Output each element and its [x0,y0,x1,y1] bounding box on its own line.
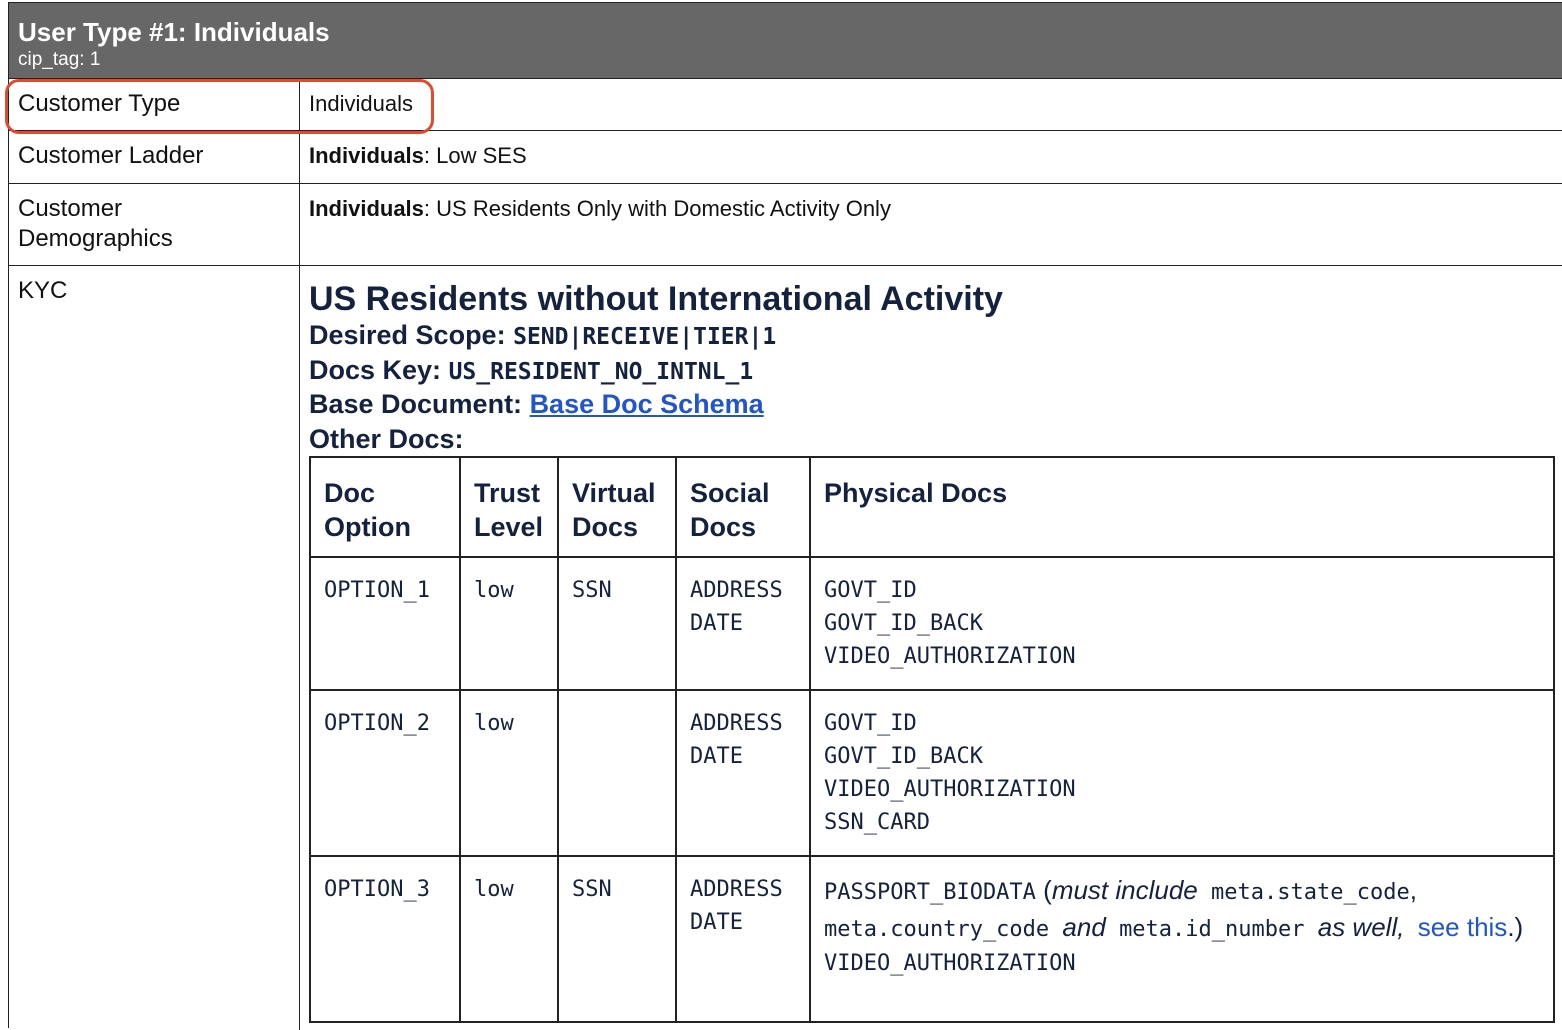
cell-option: OPTION_3 [309,855,461,1023]
label-customer-ladder: Customer Ladder [9,131,300,183]
label-line-2: Demographics [18,225,173,252]
passport-biodata: PASSPORT_BIODATA [824,880,1036,905]
value-customer-ladder: Individuals: Low SES [300,131,1562,183]
document-frame: User Type #1: Individuals cip_tag: 1 Cus… [8,2,1562,1030]
paren-open: ( [1035,875,1052,905]
highlight-annotation [5,79,434,134]
label-line-1: Customer [18,195,123,222]
cell-option: OPTION_2 [309,689,461,857]
cell-physical: GOVT_ID GOVT_ID_BACK VIDEO_AUTHORIZATION SS… [809,689,1555,857]
docs-key: Docs Key: US_RESIDENT_NO_INTNL_1 [309,355,753,386]
docs-table: Doc Option Trust Level Virtual Docs Social D… [309,456,1555,1023]
value-customer-type: Individuals [309,91,413,116]
see-this-link[interactable]: see this [1418,912,1508,942]
cell-virtual: SSN [557,855,677,1023]
header-doc-option: Doc Option [309,456,461,558]
video-authorization: VIDEO_AUTHORIZATION [824,951,1076,976]
kyc-heading: US Residents without International Activ… [309,280,1003,318]
cell-social: ADDRESS DATE [675,556,811,691]
base-doc-schema-link[interactable]: Base Doc Schema [530,389,764,419]
label-customer-demographics: Customer Demographics [9,184,300,265]
other-docs-label: Other Docs: [309,424,464,454]
header-social-docs: Social Docs [675,456,811,558]
desired-scope: Desired Scope: SEND|RECEIVE|TIER|1 [309,320,776,351]
value-bold: Individuals [309,143,424,168]
comma: , [1409,875,1417,905]
scope-value: SEND|RECEIVE|TIER|1 [513,324,777,350]
cell-trust: low [459,689,559,857]
cell-virtual [557,689,677,857]
and-text: and [1062,912,1106,942]
meta-state-code: meta.state_code [1211,880,1410,905]
row-customer-ladder: Customer Ladder Individuals: Low SES [9,131,1562,184]
docs-key-value: US_RESIDENT_NO_INTNL_1 [448,359,754,385]
cell-trust: low [459,855,559,1023]
table-header-row: Doc Option Trust Level Virtual Docs Social D… [309,456,1555,558]
header-physical-docs: Physical Docs [809,456,1555,558]
row-kyc: KYC US Residents without International A… [9,266,1562,1030]
cell-physical: PASSPORT_BIODATA (must include meta.stat… [809,855,1555,1023]
cell-trust: low [459,556,559,691]
value-rest: : Low SES [423,143,527,168]
meta-id-number: meta.id_number [1119,917,1305,942]
paren-close: .) [1507,912,1524,942]
meta-country-code: meta.country_code [824,917,1050,942]
cell-social: ADDRESS DATE [675,855,811,1023]
value-rest: : US Residents Only with Domestic Activi… [423,196,891,221]
section-header: User Type #1: Individuals cip_tag: 1 [9,2,1562,79]
table-row: OPTION_3 low SSN ADDRESS DATE PASSPORT_BI… [309,855,1555,1023]
row-customer-demographics: Customer Demographics Individuals: US Res… [9,184,1562,266]
cip-tag: cip_tag: 1 [18,49,101,70]
docs-key-label: Docs Key: [309,355,442,385]
scope-label: Desired Scope: [309,320,506,350]
header-virtual-docs: Virtual Docs [557,456,677,558]
base-document: Base Document: Base Doc Schema [309,389,764,420]
as-well-text: as well, [1317,912,1405,942]
cell-option: OPTION_1 [309,556,461,691]
base-doc-label: Base Document: [309,389,523,419]
header-trust-level: Trust Level [459,456,559,558]
cell-virtual: SSN [557,556,677,691]
cell-physical: GOVT_ID GOVT_ID_BACK VIDEO_AUTHORIZATION [809,556,1555,691]
value-bold: Individuals [309,196,424,221]
cell-social: ADDRESS DATE [675,689,811,857]
must-include-text: must include [1051,875,1198,905]
label-kyc: KYC [9,266,300,1030]
value-customer-demographics: Individuals: US Residents Only with Dome… [300,184,1562,265]
table-row: OPTION_1 low SSN ADDRESS DATE GOVT_ID GOVT… [309,556,1555,691]
section-title: User Type #1: Individuals [18,17,330,47]
table-row: OPTION_2 low ADDRESS DATE GOVT_ID GOVT_ID_… [309,689,1555,857]
